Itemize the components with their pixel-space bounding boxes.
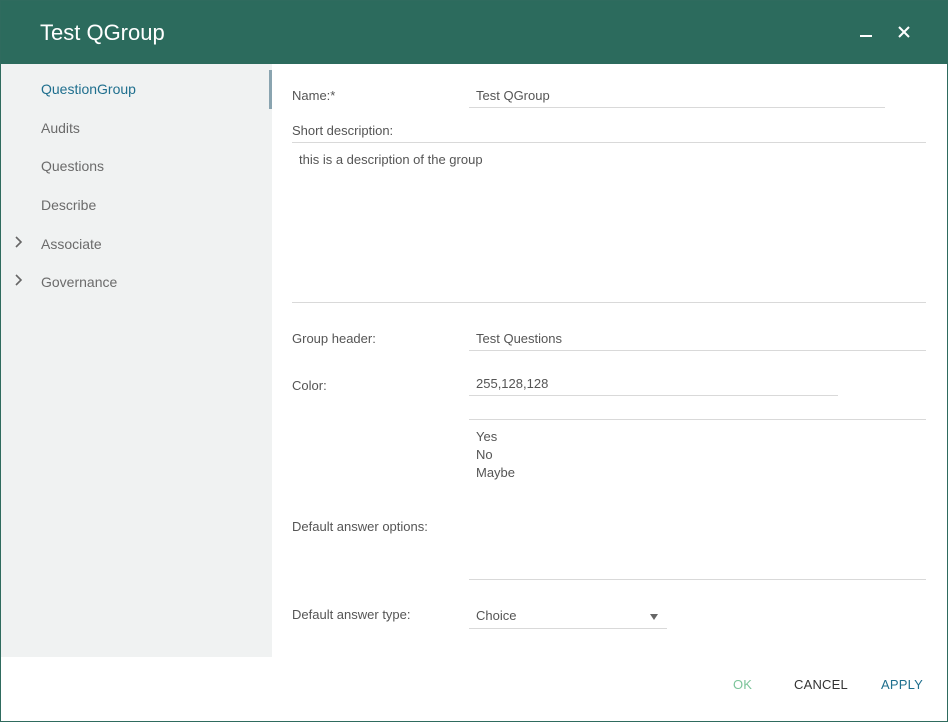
close-button[interactable]: [891, 19, 917, 45]
answer-option: Yes: [476, 429, 498, 444]
sidebar-item-label: Governance: [41, 274, 118, 290]
sidebar-item-label: QuestionGroup: [41, 81, 136, 97]
chevron-right-icon[interactable]: [13, 235, 25, 249]
form-panel: Name:* Test QGroup Short description: th…: [272, 64, 947, 657]
sidebar-item-associate[interactable]: Associate: [1, 226, 272, 264]
apply-button[interactable]: APPLY: [881, 677, 923, 692]
answer-option: No: [476, 447, 493, 462]
answer-option: Maybe: [476, 465, 516, 480]
name-input[interactable]: Test QGroup: [469, 88, 885, 108]
sidebar-item-describe[interactable]: Describe: [1, 187, 272, 225]
sidebar-item-label: Describe: [41, 197, 97, 213]
minimize-icon: [860, 35, 872, 37]
chevron-right-icon[interactable]: [13, 273, 25, 287]
short-description-value: this is a description of the group: [299, 152, 483, 167]
sidebar-item-label: Questions: [41, 158, 105, 174]
name-label: Name:*: [292, 88, 336, 103]
sidebar-item-questiongroup[interactable]: QuestionGroup: [1, 71, 272, 109]
default-answer-options-label: Default answer options:: [292, 519, 428, 534]
default-answer-type-select[interactable]: Choice: [469, 605, 667, 629]
default-answer-type-label: Default answer type:: [292, 607, 411, 622]
color-label: Color:: [292, 378, 327, 393]
group-header-value: Test Questions: [476, 331, 562, 346]
sidebar-item-audits[interactable]: Audits: [1, 110, 272, 148]
sidebar-item-governance[interactable]: Governance: [1, 264, 272, 302]
minimize-button[interactable]: [853, 19, 879, 45]
short-description-label: Short description:: [292, 123, 394, 138]
sidebar-item-label: Associate: [41, 236, 102, 252]
dialog-title: Test QGroup: [40, 20, 165, 45]
sidebar-item-questions[interactable]: Questions: [1, 148, 272, 186]
sidebar-item-label: Audits: [41, 120, 80, 136]
cancel-button[interactable]: CANCEL: [794, 677, 848, 692]
title-bar: Test QGroup: [1, 1, 947, 64]
close-icon: [898, 26, 910, 38]
color-value: 255,128,128: [476, 376, 549, 391]
sidebar-nav: QuestionGroup Audits Questions Describe …: [1, 64, 272, 657]
default-answer-type-value: Choice: [476, 608, 517, 623]
group-header-input[interactable]: Test Questions: [469, 331, 926, 351]
dropdown-arrow-icon: [650, 614, 658, 620]
default-answer-options-textarea[interactable]: Yes No Maybe: [469, 419, 926, 580]
dialog-window: Test QGroup QuestionGroup Audits Questio…: [0, 0, 948, 722]
group-header-label: Group header:: [292, 331, 376, 346]
name-input-value: Test QGroup: [476, 88, 550, 103]
short-description-textarea[interactable]: this is a description of the group: [292, 142, 926, 303]
ok-button[interactable]: OK: [733, 677, 752, 692]
color-input[interactable]: 255,128,128: [469, 376, 838, 396]
